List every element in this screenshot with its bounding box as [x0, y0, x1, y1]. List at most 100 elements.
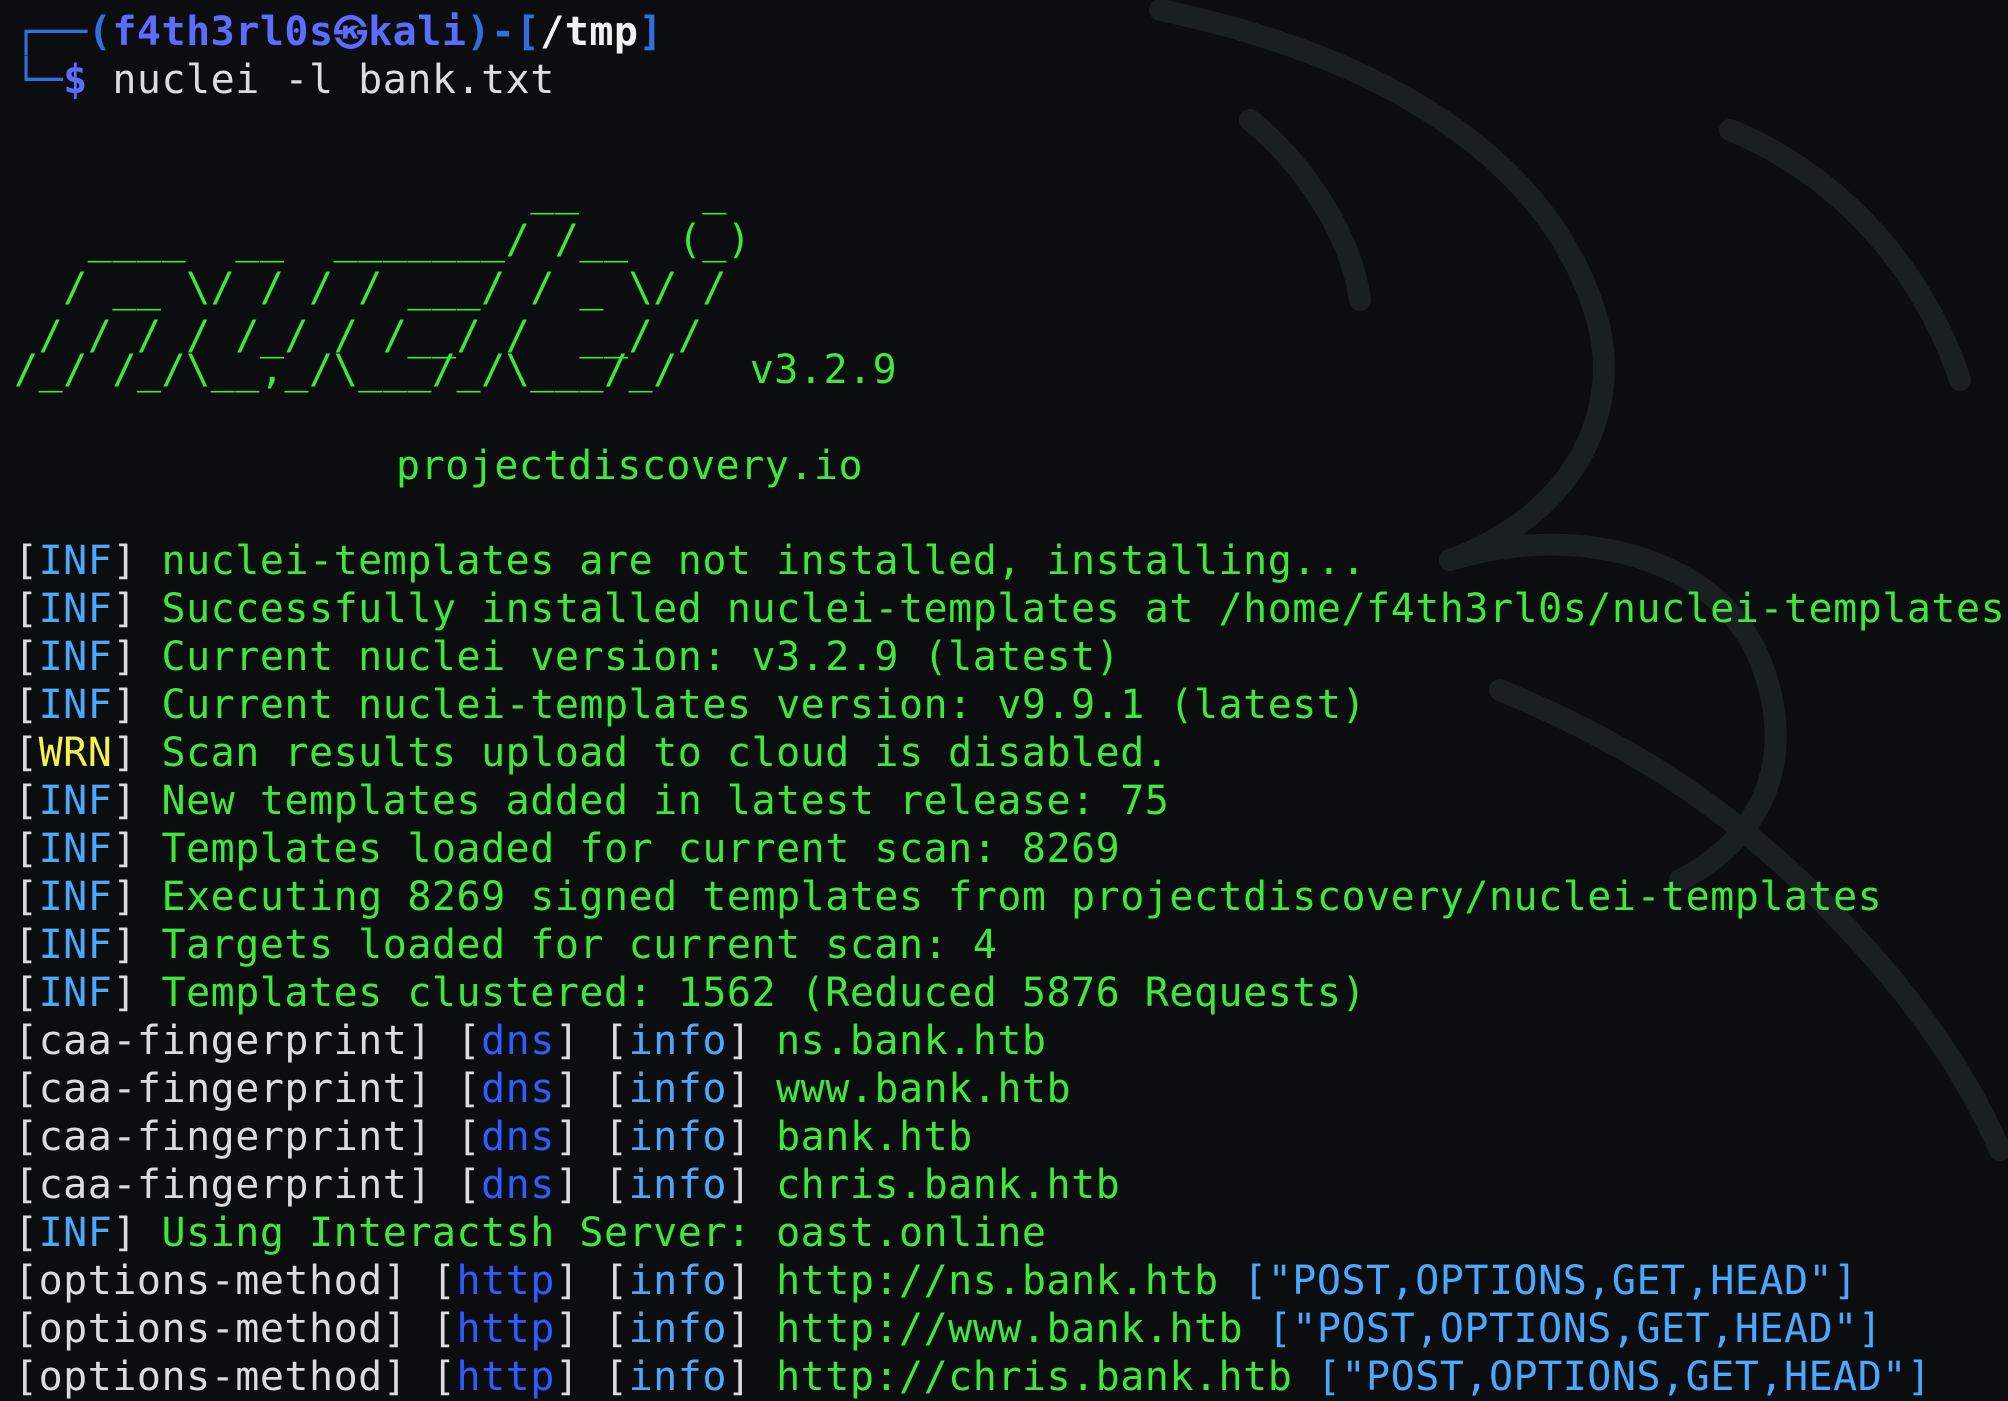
- bracket-close: ]: [112, 826, 162, 872]
- bracket-close: ]: [726, 1306, 777, 1352]
- bracket-mid: ] [: [554, 1354, 629, 1400]
- log-line: [INF] Templates clustered: 1562 (Reduced…: [14, 969, 1366, 1017]
- prompt-cwd: /tmp: [540, 9, 639, 55]
- log-message: Successfully installed nuclei-templates …: [161, 586, 2006, 632]
- bracket-mid: ] [: [554, 1114, 629, 1160]
- bracket-close: ]: [112, 730, 162, 776]
- log-message: Using Interactsh Server: oast.online: [161, 1210, 1047, 1256]
- bracket-close: ]: [112, 1210, 162, 1256]
- finding-line: [caa-fingerprint] [dns] [info] www.bank.…: [14, 1065, 1071, 1113]
- log-message: Scan results upload to cloud is disabled…: [161, 730, 1170, 776]
- finding-extractor: ["POST,OPTIONS,GET,HEAD"]: [1292, 1354, 1932, 1400]
- finding-line: [caa-fingerprint] [dns] [info] ns.bank.h…: [14, 1017, 1046, 1065]
- banner-ascii-line: /_/ /_/\__,_/\___/_/\___/_/ v3.2.9: [14, 346, 897, 394]
- finding-severity: info: [628, 1354, 727, 1400]
- bracket-open: [: [14, 634, 39, 680]
- bracket-open: [: [14, 778, 39, 824]
- bracket-close: ]: [112, 682, 162, 728]
- finding-line: [caa-fingerprint] [dns] [info] bank.htb: [14, 1113, 973, 1161]
- log-level-tag: INF: [38, 874, 113, 920]
- prompt-header: ┌──(f4th3rl0s㉿kali)-[/tmp]: [14, 8, 663, 56]
- finding-severity: info: [628, 1258, 727, 1304]
- bracket-open: [: [14, 682, 39, 728]
- finding-host: www.bank.htb: [776, 1066, 1072, 1112]
- finding-template: [caa-fingerprint]: [14, 1066, 457, 1112]
- finding-protocol: dns: [481, 1018, 555, 1064]
- log-line: [INF] Successfully installed nuclei-temp…: [14, 585, 2005, 633]
- banner-version: v3.2.9: [749, 347, 898, 393]
- log-line: [INF] Targets loaded for current scan: 4: [14, 921, 997, 969]
- finding-host: ns.bank.htb: [776, 1018, 1047, 1064]
- finding-extractor: ["POST,OPTIONS,GET,HEAD"]: [1243, 1306, 1883, 1352]
- log-message: Targets loaded for current scan: 4: [161, 922, 998, 968]
- banner-ascii-line: ____ __ _______/ /__ (_): [14, 217, 752, 263]
- finding-line: [caa-fingerprint] [dns] [info] chris.ban…: [14, 1161, 1120, 1209]
- prompt-user: f4th3rl0s: [112, 9, 334, 55]
- finding-host: http://ns.bank.htb: [776, 1258, 1219, 1304]
- log-message: nuclei-templates are not installed, inst…: [161, 538, 1367, 584]
- log-line: [INF] Current nuclei-templates version: …: [14, 681, 1366, 729]
- finding-template: [options-method]: [14, 1354, 432, 1400]
- finding-protocol: http: [456, 1258, 555, 1304]
- finding-severity: info: [628, 1114, 727, 1160]
- bracket-open: [: [431, 1354, 457, 1400]
- log-level-tag: INF: [38, 682, 113, 728]
- banner-site: projectdiscovery.io: [396, 443, 864, 489]
- bracket-close: ]: [112, 634, 162, 680]
- bracket-close: ]: [726, 1162, 777, 1208]
- kali-skull-icon: ㉿: [333, 14, 369, 54]
- prompt-box-bottom: └─: [14, 57, 64, 103]
- bracket-open: [: [14, 730, 39, 776]
- banner-ascii-line: __ _: [14, 169, 727, 215]
- finding-extractor: ["POST,OPTIONS,GET,HEAD"]: [1218, 1258, 1858, 1304]
- log-message: Templates clustered: 1562 (Reduced 5876 …: [161, 970, 1367, 1016]
- bracket-open: [: [456, 1162, 482, 1208]
- bracket-mid: ] [: [554, 1066, 629, 1112]
- prompt-dollar: $: [63, 57, 113, 103]
- log-line: [INF] nuclei-templates are not installed…: [14, 537, 1366, 585]
- finding-template: [caa-fingerprint]: [14, 1162, 457, 1208]
- prompt-box-separator: )-[: [466, 9, 541, 55]
- command-line: └─$ nuclei -l bank.txt: [14, 56, 555, 104]
- finding-line: [options-method] [http] [info] http://ns…: [14, 1257, 1858, 1305]
- terminal-window[interactable]: ┌──(f4th3rl0s㉿kali)-[/tmp] └─$ nuclei -l…: [0, 0, 2008, 1400]
- finding-protocol: http: [456, 1354, 555, 1400]
- command-text: nuclei -l bank.txt: [112, 57, 555, 103]
- log-level-tag: INF: [38, 1210, 113, 1256]
- log-level-tag: INF: [38, 586, 113, 632]
- log-message: Executing 8269 signed templates from pro…: [161, 874, 1883, 920]
- bracket-close: ]: [726, 1018, 777, 1064]
- bracket-open: [: [456, 1114, 482, 1160]
- bracket-open: [: [14, 826, 39, 872]
- finding-template: [options-method]: [14, 1258, 432, 1304]
- log-level-tag: INF: [38, 970, 113, 1016]
- log-level-tag: WRN: [38, 730, 113, 776]
- finding-line: [options-method] [http] [info] http://ch…: [14, 1353, 1931, 1401]
- log-line: [INF] Templates loaded for current scan:…: [14, 825, 1120, 873]
- bracket-close: ]: [112, 778, 162, 824]
- log-line: [INF] Executing 8269 signed templates fr…: [14, 873, 1882, 921]
- prompt-box-close: ]: [638, 9, 664, 55]
- finding-severity: info: [628, 1306, 727, 1352]
- bracket-close: ]: [112, 922, 162, 968]
- bracket-close: ]: [726, 1114, 777, 1160]
- finding-protocol: dns: [481, 1114, 555, 1160]
- finding-host: bank.htb: [776, 1114, 973, 1160]
- prompt-box-corner: ┌──(: [14, 9, 113, 55]
- log-line: [INF] Current nuclei version: v3.2.9 (la…: [14, 633, 1120, 681]
- finding-severity: info: [628, 1162, 727, 1208]
- finding-template: [caa-fingerprint]: [14, 1114, 457, 1160]
- finding-protocol: http: [456, 1306, 555, 1352]
- bracket-mid: ] [: [554, 1018, 629, 1064]
- bracket-open: [: [14, 538, 39, 584]
- log-level-tag: INF: [38, 634, 113, 680]
- bracket-mid: ] [: [554, 1162, 629, 1208]
- log-message: Current nuclei-templates version: v9.9.1…: [161, 682, 1367, 728]
- bracket-open: [: [431, 1306, 457, 1352]
- bracket-open: [: [14, 586, 39, 632]
- log-line: [INF] Using Interactsh Server: oast.onli…: [14, 1209, 1046, 1257]
- finding-line: [options-method] [http] [info] http://ww…: [14, 1305, 1882, 1353]
- log-level-tag: INF: [38, 778, 113, 824]
- log-message: Current nuclei version: v3.2.9 (latest): [161, 634, 1121, 680]
- bracket-close: ]: [726, 1354, 777, 1400]
